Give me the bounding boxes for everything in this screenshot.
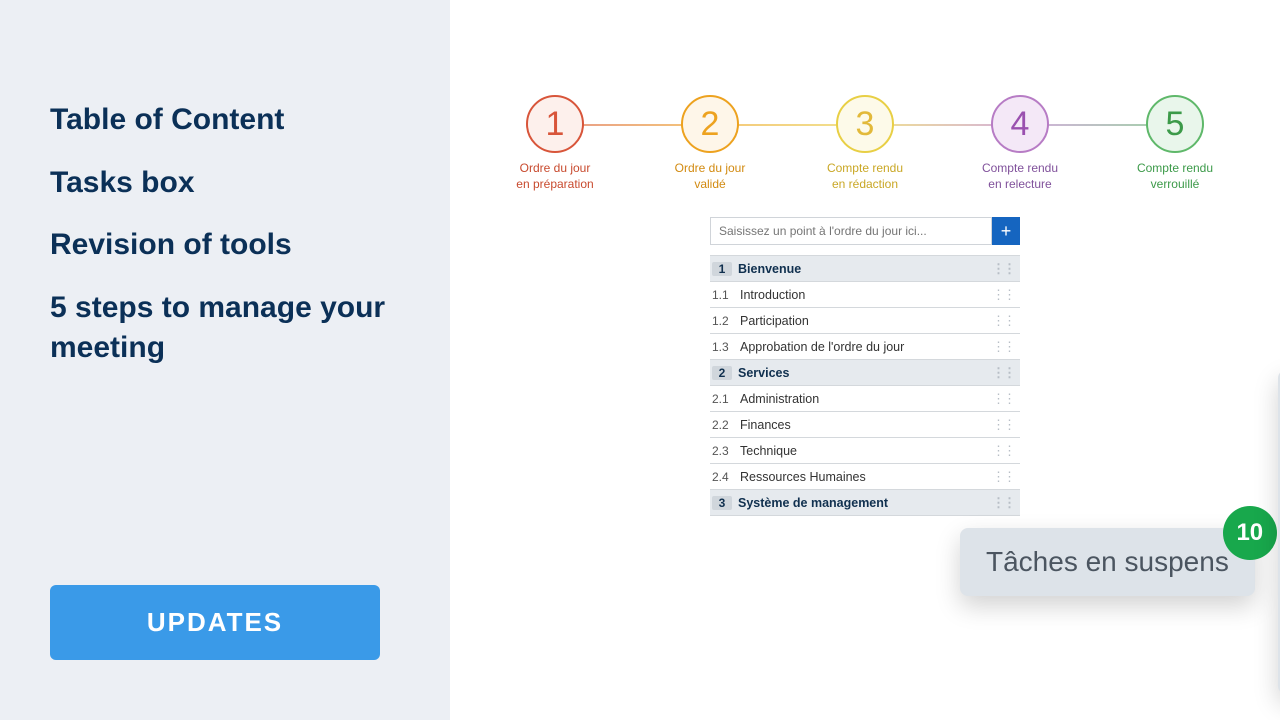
tasks-pending-card[interactable]: Tâches en suspens 10 [960,528,1255,596]
plus-icon: + [1001,221,1012,241]
agenda-item[interactable]: 3 Système de management ⋮⋮ [710,490,1020,516]
agenda-item-number: 2 [712,366,732,380]
toc-list: Table of Content Tasks box Revision of t… [50,100,400,391]
step-label: Compte rendu en relecture [982,161,1058,192]
drag-handle-icon[interactable]: ⋮⋮ [992,495,1014,511]
step-circle: 3 [836,95,894,153]
agenda-item-number: 2.4 [712,470,740,484]
step-circle: 5 [1146,95,1204,153]
drag-handle-icon[interactable]: ⋮⋮ [992,287,1014,303]
toc-item[interactable]: Table of Content [50,100,400,141]
agenda-panel: + 1Bienvenue⋮⋮1.1Introduction⋮⋮1.2Partic… [710,217,1020,516]
step-5[interactable]: 5 Compte rendu verrouillé [1100,95,1250,192]
agenda-item-number: 1.3 [712,340,740,354]
step-1[interactable]: 1 Ordre du jour en préparation [480,95,630,192]
drag-handle-icon[interactable]: ⋮⋮ [992,469,1014,485]
agenda-item-number: 2.3 [712,444,740,458]
agenda-item[interactable]: 1.2Participation ⋮⋮ [710,308,1020,334]
drag-handle-icon[interactable]: ⋮⋮ [992,261,1014,277]
step-label: Ordre du jour en préparation [516,161,593,192]
agenda-item-number: 3 [712,496,732,510]
step-2[interactable]: 2 Ordre du jour validé [635,95,785,192]
step-circle: 2 [681,95,739,153]
agenda-item-title: Administration [740,392,819,406]
agenda-item-title: Introduction [740,288,805,302]
drag-handle-icon[interactable]: ⋮⋮ [992,417,1014,433]
agenda-item-number: 1.1 [712,288,740,302]
agenda-item-title: Approbation de l'ordre du jour [740,340,904,354]
step-label: Compte rendu en rédaction [827,161,903,192]
updates-button[interactable]: UPDATES [50,585,380,660]
agenda-item[interactable]: 2.2Finances ⋮⋮ [710,412,1020,438]
agenda-add-button[interactable]: + [992,217,1020,245]
drag-handle-icon[interactable]: ⋮⋮ [992,365,1014,381]
agenda-item-title: Technique [740,444,797,458]
toc-item[interactable]: Tasks box [50,163,400,204]
agenda-item-number: 2.2 [712,418,740,432]
agenda-input[interactable] [710,217,992,245]
agenda-item-title: Ressources Humaines [740,470,866,484]
agenda-item-title: Participation [740,314,809,328]
agenda-item[interactable]: 2.4Ressources Humaines ⋮⋮ [710,464,1020,490]
tasks-count-badge: 10 [1223,506,1277,560]
drag-handle-icon[interactable]: ⋮⋮ [992,391,1014,407]
agenda-item[interactable]: 1.3Approbation de l'ordre du jour ⋮⋮ [710,334,1020,360]
agenda-item[interactable]: 1 Bienvenue ⋮⋮ [710,256,1020,282]
agenda-list: 1Bienvenue⋮⋮1.1Introduction⋮⋮1.2Particip… [710,255,1020,516]
drag-handle-icon[interactable]: ⋮⋮ [992,339,1014,355]
step-circle: 1 [526,95,584,153]
left-panel: Table of Content Tasks box Revision of t… [0,0,450,720]
agenda-item-title: Services [738,366,789,380]
step-4[interactable]: 4 Compte rendu en relecture [945,95,1095,192]
agenda-item-title: Finances [740,418,791,432]
agenda-item-title: Système de management [738,496,888,510]
drag-handle-icon[interactable]: ⋮⋮ [992,313,1014,329]
agenda-item[interactable]: 1.1Introduction ⋮⋮ [710,282,1020,308]
toc-item[interactable]: Revision of tools [50,225,400,266]
agenda-item[interactable]: 2 Services ⋮⋮ [710,360,1020,386]
step-circle: 4 [991,95,1049,153]
toc-item[interactable]: 5 steps to manage your meeting [50,288,400,369]
step-label: Compte rendu verrouillé [1137,161,1213,192]
agenda-item[interactable]: 2.1Administration ⋮⋮ [710,386,1020,412]
right-panel: 1 Ordre du jour en préparation 2 Ordre d… [450,0,1280,720]
agenda-item[interactable]: 2.3Technique ⋮⋮ [710,438,1020,464]
step-label: Ordre du jour validé [675,161,746,192]
agenda-item-number: 1.2 [712,314,740,328]
step-3[interactable]: 3 Compte rendu en rédaction [790,95,940,192]
tasks-pending-label: Tâches en suspens [986,546,1229,578]
agenda-input-row: + [710,217,1020,245]
agenda-item-number: 1 [712,262,732,276]
stepper: 1 Ordre du jour en préparation 2 Ordre d… [450,95,1280,192]
agenda-item-title: Bienvenue [738,262,801,276]
drag-handle-icon[interactable]: ⋮⋮ [992,443,1014,459]
agenda-item-number: 2.1 [712,392,740,406]
